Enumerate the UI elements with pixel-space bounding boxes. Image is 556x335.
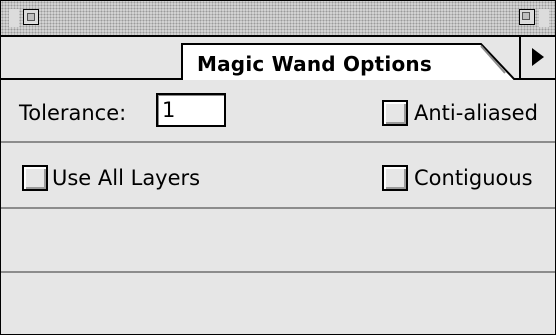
anti-aliased-checkbox[interactable] [382,100,408,126]
palette-menu-button[interactable] [519,37,555,78]
magic-wand-options-palette: Magic Wand Options Tolerance: 1 Anti-ali… [0,0,556,335]
options-row-tolerance: Tolerance: 1 Anti-aliased [1,80,555,143]
zoom-box-icon[interactable] [519,9,535,25]
options-row-empty-2 [1,273,555,334]
tolerance-label: Tolerance: [19,101,127,125]
title-bar-grip [9,9,19,27]
triangle-right-icon [532,48,544,66]
options-row-empty-1 [1,209,555,273]
use-all-layers-label: Use All Layers [52,166,201,190]
contiguous-label: Contiguous [414,166,533,190]
tab-magic-wand-options[interactable]: Magic Wand Options [181,43,516,80]
palette-title-bar[interactable] [1,1,555,37]
options-row-layers: Use All Layers Contiguous [1,143,555,209]
tab-label: Magic Wand Options [197,52,432,76]
anti-aliased-label: Anti-aliased [414,101,538,125]
contiguous-checkbox[interactable] [382,165,408,191]
tolerance-input[interactable]: 1 [156,93,226,127]
close-box-icon[interactable] [23,9,39,25]
title-bar-grip-right [539,9,549,27]
use-all-layers-checkbox[interactable] [22,165,48,191]
tab-strip: Magic Wand Options [1,37,555,80]
